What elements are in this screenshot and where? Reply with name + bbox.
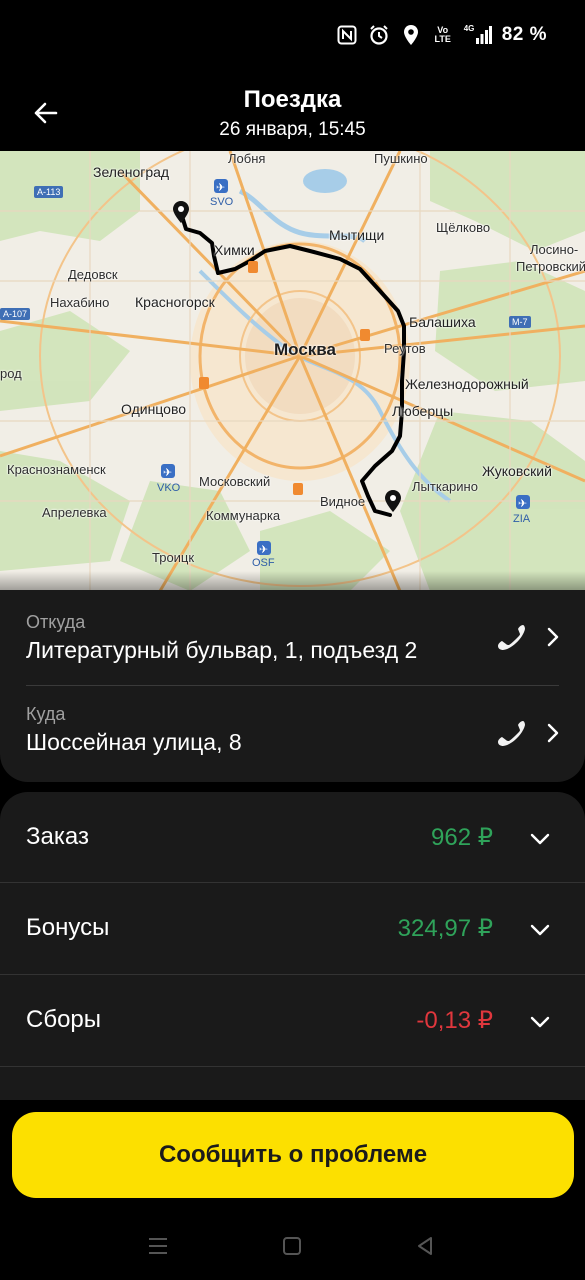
map-label-zhukovsky: Жуковский (482, 463, 552, 479)
home-icon[interactable] (277, 1231, 307, 1261)
map-label-odintsovo: Одинцово (121, 401, 187, 417)
location-icon (400, 24, 422, 46)
map-label-zia: ZIA (513, 513, 531, 525)
map-label-losino: Лосино- (530, 242, 579, 257)
to-address-row[interactable]: Куда Шоссейная улица, 8 (0, 686, 585, 782)
chevron-down-icon[interactable] (528, 1010, 552, 1034)
volte-bottom-text: LTE (434, 34, 451, 44)
from-address-row[interactable]: Откуда Литературный бульвар, 1, подъезд … (0, 590, 585, 686)
trip-datetime: 26 января, 15:45 (219, 119, 366, 140)
route-addresses-card: Откуда Литературный бульвар, 1, подъезд … (0, 590, 585, 782)
map-label-mytishchi: Мытищи (329, 227, 385, 243)
cost-label: Бонусы (26, 914, 110, 941)
signal-icon: 4G (464, 24, 492, 46)
back-nav-icon[interactable] (410, 1231, 440, 1261)
map-label-road-a107: А-107 (0, 308, 31, 320)
map-label-rod: род (0, 366, 22, 381)
chevron-down-icon[interactable] (528, 827, 552, 851)
divider (0, 1066, 585, 1067)
map-label-nakhabino: Нахабино (50, 295, 110, 310)
map-label-svo: SVO (210, 196, 234, 208)
cost-value: 962 ₽ (431, 824, 493, 851)
map-label-vko: VKO (157, 482, 181, 494)
map-label-reutov: Реутов (384, 341, 426, 356)
map-label-zelenograd: Зеленоград (93, 164, 170, 180)
map-label-petrovsky: Петровский (516, 259, 585, 274)
map-label-troitsk: Троицк (152, 550, 195, 565)
status-bar: Vo LTE 4G 82 % (0, 0, 585, 76)
map-label-lobnya: Лобня (228, 151, 266, 166)
cost-value: 324,97 ₽ (397, 915, 493, 942)
map-canvas: ✈ ✈ ✈ ✈ (0, 151, 585, 591)
chevron-right-icon (547, 627, 559, 647)
map-label-khimki: Химки (214, 242, 255, 258)
svg-text:✈: ✈ (259, 544, 268, 556)
system-nav-bar (0, 1215, 585, 1275)
cost-row-fees[interactable]: Сборы -0,13 ₽ (0, 975, 585, 1067)
map-label-aprelevka: Апрелевка (42, 505, 107, 520)
menu-icon[interactable] (143, 1231, 173, 1261)
start-pin-icon (173, 201, 189, 223)
map-label-lyubertsy: Люберцы (392, 403, 454, 419)
cost-label: Заказ (26, 823, 89, 850)
to-label: Куда (26, 704, 66, 724)
route-map[interactable]: ✈ ✈ ✈ ✈ Зеленоград Лобня Пушкино А-113 SVO … (0, 151, 585, 591)
map-label-road-a113: А-113 (34, 186, 64, 198)
map-label-dedovsk: Дедовск (68, 267, 118, 282)
network-type-text: 4G (463, 24, 475, 33)
map-label-shchelkovo: Щёлково (436, 220, 491, 235)
cost-row-order[interactable]: Заказ 962 ₽ (0, 792, 585, 884)
report-problem-button[interactable]: Сообщить о проблеме (12, 1112, 574, 1198)
from-label: Откуда (26, 612, 86, 632)
nfc-icon (336, 24, 358, 46)
svg-text:✈: ✈ (518, 498, 527, 510)
to-address: Шоссейная улица, 8 (26, 729, 242, 755)
from-address: Литературный бульвар, 1, подъезд 2 (26, 637, 418, 663)
map-label-pushkino: Пушкино (374, 151, 428, 166)
map-label-moskovsky: Московский (199, 474, 271, 489)
cost-breakdown-card: Заказ 962 ₽ Бонусы 324,97 ₽ Сборы -0,13 … (0, 792, 585, 1112)
cost-label: Сборы (26, 1006, 102, 1033)
map-label-road-m7: М-7 (509, 316, 531, 328)
map-label-krasnogorsk: Красногорск (135, 294, 215, 310)
map-label-lytkarino: Лыткарино (412, 479, 478, 494)
svg-text:✈: ✈ (216, 182, 225, 194)
battery-percent: 82 % (501, 24, 547, 45)
phone-icon[interactable] (496, 716, 530, 750)
map-label-zheleznodorozhny: Железнодорожный (405, 376, 529, 392)
cost-row-bonuses[interactable]: Бонусы 324,97 ₽ (0, 883, 585, 975)
map-label-vidnoe: Видное (320, 494, 366, 509)
finish-pin-icon (385, 490, 401, 512)
cost-value: -0,13 ₽ (416, 1007, 493, 1034)
page-title: Поездка (243, 86, 342, 113)
header: Поездка 26 января, 15:45 (0, 78, 585, 150)
map-label-krasnoznamensk: Краснознаменск (7, 462, 106, 477)
map-label-kommunarka: Коммунарка (206, 508, 281, 523)
alarm-icon (368, 24, 390, 46)
volte-icon: Vo LTE (432, 24, 454, 46)
phone-icon[interactable] (496, 620, 530, 654)
map-label-balashikha: Балашиха (409, 314, 476, 330)
map-label-osf: OSF (252, 557, 275, 569)
chevron-down-icon[interactable] (528, 918, 552, 942)
chevron-right-icon (547, 723, 559, 743)
map-label-moskva: Москва (274, 340, 336, 359)
svg-text:✈: ✈ (163, 467, 172, 479)
